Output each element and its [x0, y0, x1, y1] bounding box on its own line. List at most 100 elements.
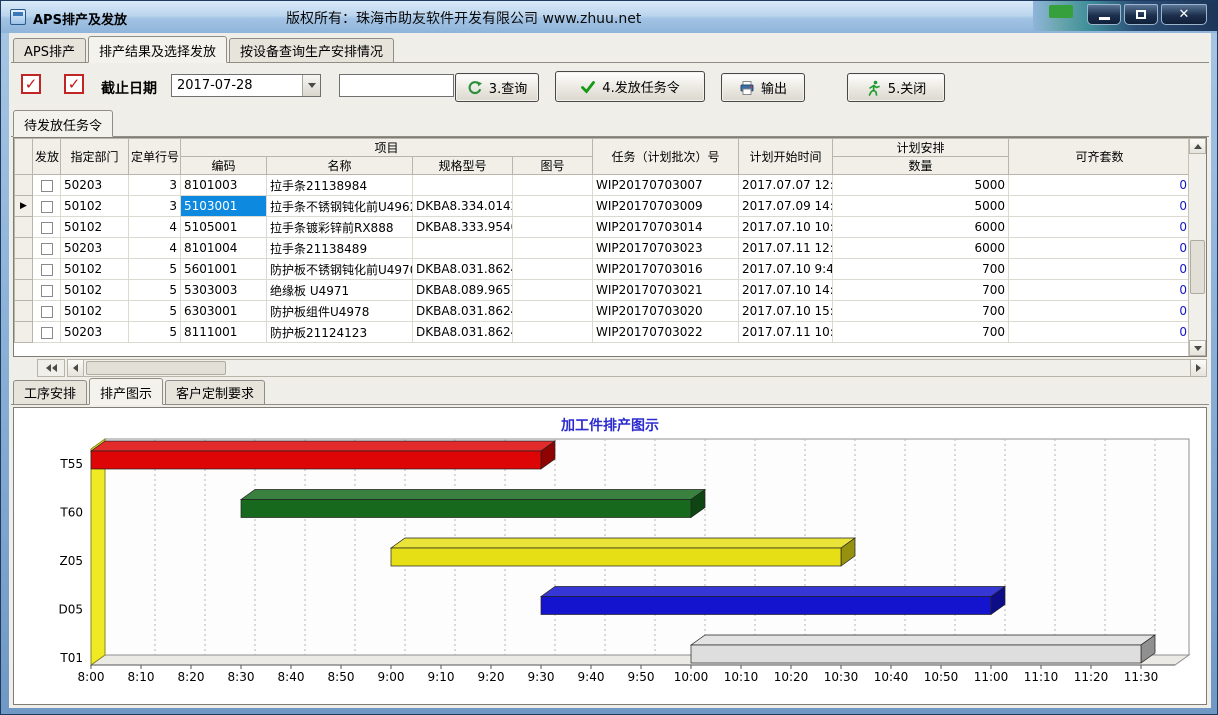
kit-qty-cell[interactable]: 0 — [1009, 259, 1189, 280]
code-cell[interactable]: 5103001 — [181, 196, 267, 217]
kit-qty-cell[interactable]: 0 — [1009, 301, 1189, 322]
line-no-cell[interactable]: 3 — [129, 196, 181, 217]
task-no-cell[interactable]: WIP20170703022 — [593, 322, 739, 343]
col-task-no[interactable]: 任务（计划批次）号 — [593, 139, 739, 175]
tab-schedule-chart[interactable]: 排产图示 — [89, 378, 163, 405]
query-button[interactable]: 3.查询 — [455, 73, 539, 102]
release-checkbox[interactable] — [41, 327, 53, 339]
tab-schedule-results[interactable]: 排产结果及选择发放 — [88, 36, 227, 63]
spec-cell[interactable]: DKBA8.031.8624 — [413, 259, 513, 280]
name-cell[interactable]: 防护板组件U4978 — [267, 301, 413, 322]
drawing-cell[interactable] — [513, 217, 593, 238]
col-drawing[interactable]: 图号 — [513, 157, 593, 175]
spec-cell[interactable]: DKBA8.334.0142 — [413, 196, 513, 217]
drawing-cell[interactable] — [513, 175, 593, 196]
release-checkbox[interactable] — [41, 180, 53, 192]
task-no-cell[interactable]: WIP20170703007 — [593, 175, 739, 196]
start-time-cell[interactable]: 2017.07.11 10:0 — [739, 322, 833, 343]
table-row[interactable]: 5010255303003绝缘板 U4971DKBA8.089.9657WIP2… — [15, 280, 1189, 301]
code-cell[interactable]: 8101004 — [181, 238, 267, 259]
grid-navigator[interactable] — [37, 359, 65, 377]
dept-cell[interactable]: 50203 — [61, 238, 129, 259]
scroll-right-button[interactable] — [1190, 360, 1206, 376]
release-cell[interactable] — [33, 196, 61, 217]
table-row[interactable]: 5010255601001防护板不锈钢钝化前U4970DKBA8.031.862… — [15, 259, 1189, 280]
kit-qty-cell[interactable]: 0 — [1009, 196, 1189, 217]
release-cell[interactable] — [33, 301, 61, 322]
drawing-cell[interactable] — [513, 301, 593, 322]
kit-qty-cell[interactable]: 0 — [1009, 217, 1189, 238]
release-checkbox[interactable] — [41, 222, 53, 234]
release-checkbox[interactable] — [41, 306, 53, 318]
name-cell[interactable]: 绝缘板 U4971 — [267, 280, 413, 301]
release-checkbox[interactable] — [41, 201, 53, 213]
dropdown-button[interactable] — [302, 75, 320, 96]
deadline-date-picker[interactable]: 2017-07-28 — [171, 74, 321, 97]
col-name[interactable]: 名称 — [267, 157, 413, 175]
name-cell[interactable]: 防护板21124123 — [267, 322, 413, 343]
line-no-cell[interactable]: 5 — [129, 322, 181, 343]
col-spec[interactable]: 规格型号 — [413, 157, 513, 175]
drawing-cell[interactable] — [513, 259, 593, 280]
code-cell[interactable]: 8111001 — [181, 322, 267, 343]
start-time-cell[interactable]: 2017.07.10 15:5 — [739, 301, 833, 322]
close-form-button[interactable]: 5.关闭 — [847, 73, 945, 102]
kit-qty-cell[interactable]: 0 — [1009, 238, 1189, 259]
drawing-cell[interactable] — [513, 238, 593, 259]
line-no-cell[interactable]: 5 — [129, 280, 181, 301]
release-cell[interactable] — [33, 175, 61, 196]
table-row[interactable]: 5020358111001防护板21124123DKBA8.031.8624 WI… — [15, 322, 1189, 343]
dept-cell[interactable]: 50102 — [61, 259, 129, 280]
line-no-cell[interactable]: 5 — [129, 259, 181, 280]
maximize-button[interactable] — [1124, 4, 1158, 25]
qty-cell[interactable]: 700 — [833, 259, 1009, 280]
task-no-cell[interactable]: WIP20170703023 — [593, 238, 739, 259]
col-project-group[interactable]: 项目 — [181, 139, 593, 157]
col-line-no[interactable]: 定单行号 — [129, 139, 181, 175]
drawing-cell[interactable] — [513, 322, 593, 343]
scroll-up-button[interactable] — [1189, 138, 1206, 154]
table-row[interactable]: 5010256303001防护板组件U4978DKBA8.031.8624WIP… — [15, 301, 1189, 322]
release-checkbox[interactable] — [41, 243, 53, 255]
dept-cell[interactable]: 50102 — [61, 196, 129, 217]
qty-cell[interactable]: 5000 — [833, 175, 1009, 196]
spec-cell[interactable]: DKBA8.089.9657 — [413, 280, 513, 301]
filter-input[interactable] — [339, 74, 454, 97]
task-no-cell[interactable]: WIP20170703021 — [593, 280, 739, 301]
col-plan-qty-top[interactable]: 计划安排 — [833, 139, 1009, 157]
col-code[interactable]: 编码 — [181, 157, 267, 175]
col-plan-qty-bottom[interactable]: 数量 — [833, 157, 1009, 175]
tab-pending-tasks[interactable]: 待发放任务令 — [13, 110, 113, 137]
filter-checkbox-1[interactable] — [21, 74, 41, 94]
col-kit-qty[interactable]: 可齐套数 — [1009, 139, 1189, 175]
start-time-cell[interactable]: 2017.07.10 9:40 — [739, 259, 833, 280]
col-release[interactable]: 发放 — [33, 139, 61, 175]
task-no-cell[interactable]: WIP20170703020 — [593, 301, 739, 322]
grid-vertical-scrollbar[interactable] — [1188, 138, 1206, 356]
export-button[interactable]: 输出 — [721, 73, 805, 102]
qty-cell[interactable]: 6000 — [833, 238, 1009, 259]
release-cell[interactable] — [33, 280, 61, 301]
line-no-cell[interactable]: 4 — [129, 217, 181, 238]
tab-aps-scheduling[interactable]: APS排产 — [13, 38, 86, 62]
release-tasks-button[interactable]: 4.发放任务令 — [555, 71, 705, 102]
release-cell[interactable] — [33, 259, 61, 280]
tab-process-arrangement[interactable]: 工序安排 — [13, 380, 87, 404]
release-checkbox[interactable] — [41, 285, 53, 297]
scroll-left-button[interactable] — [68, 360, 84, 376]
qty-cell[interactable]: 700 — [833, 301, 1009, 322]
name-cell[interactable]: 拉手条镀彩锌前RX888 — [267, 217, 413, 238]
horizontal-scroll-thumb[interactable] — [86, 361, 226, 375]
dept-cell[interactable]: 50203 — [61, 322, 129, 343]
start-time-cell[interactable]: 2017.07.07 12:5 — [739, 175, 833, 196]
qty-cell[interactable]: 6000 — [833, 217, 1009, 238]
drawing-cell[interactable] — [513, 196, 593, 217]
qty-cell[interactable]: 700 — [833, 322, 1009, 343]
line-no-cell[interactable]: 4 — [129, 238, 181, 259]
task-no-cell[interactable]: WIP20170703014 — [593, 217, 739, 238]
spec-cell[interactable]: DKBA8.031.8624 — [413, 322, 513, 343]
start-time-cell[interactable]: 2017.07.10 14:0 — [739, 280, 833, 301]
vertical-scroll-thumb[interactable] — [1190, 240, 1205, 294]
table-row[interactable]: 5010245105001拉手条镀彩锌前RX888DKBA8.333.9540W… — [15, 217, 1189, 238]
dept-cell[interactable]: 50102 — [61, 301, 129, 322]
